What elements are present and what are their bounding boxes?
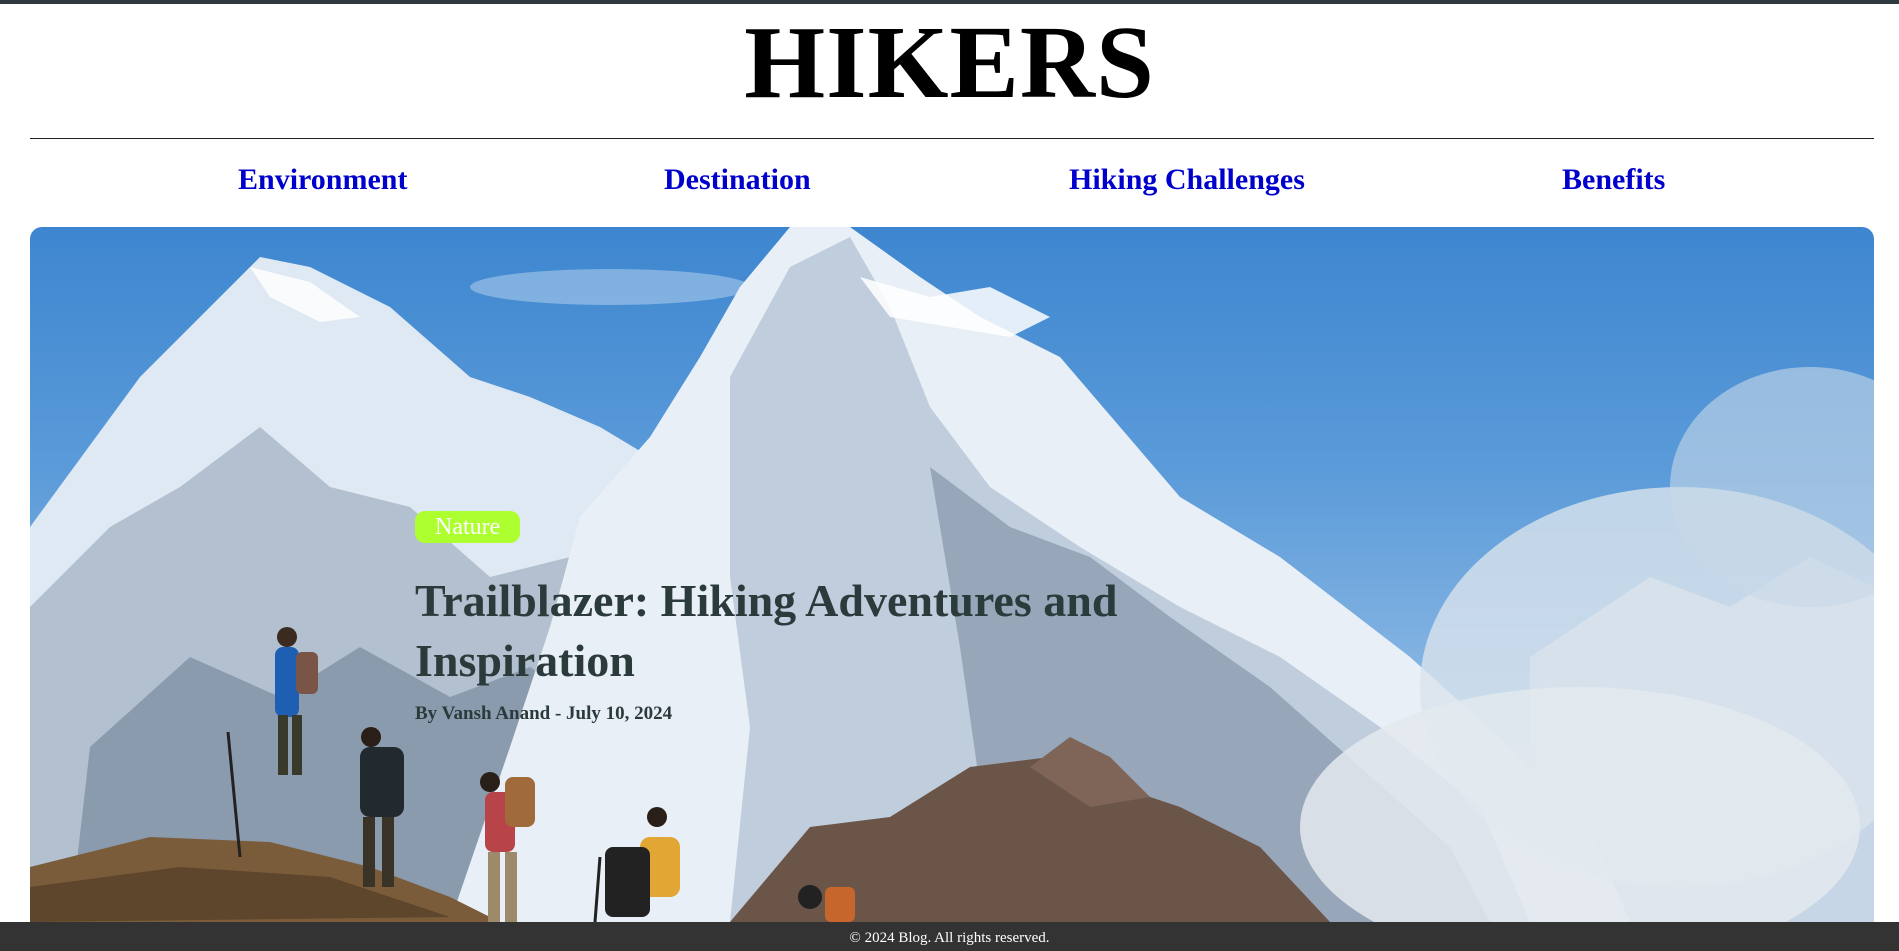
category-tag[interactable]: Nature [415, 511, 521, 543]
site-title: HIKERS [744, 5, 1155, 120]
header-divider [30, 138, 1874, 139]
hero-banner[interactable]: Nature Trailblazer: Hiking Adventures an… [30, 227, 1874, 922]
nav-link-environment[interactable]: Environment [238, 156, 407, 204]
hero-byline: By Vansh Anand - July 10, 2024 [415, 703, 673, 724]
footer: © 2024 Blog. All rights reserved. [0, 922, 1899, 951]
nav-link-destination[interactable]: Destination [664, 156, 811, 204]
main-nav: Environment Destination Hiking Challenge… [30, 156, 1874, 204]
nav-link-hiking-challenges[interactable]: Hiking Challenges [1069, 156, 1305, 204]
page: HIKERS Environment Destination Hiking Ch… [0, 0, 1899, 951]
nav-link-benefits[interactable]: Benefits [1562, 156, 1665, 204]
hero-title[interactable]: Trailblazer: Hiking Adventures and Inspi… [415, 571, 1235, 691]
hero-content: Nature Trailblazer: Hiking Adventures an… [415, 511, 1235, 725]
footer-copyright: © 2024 Blog. All rights reserved. [849, 930, 1050, 946]
